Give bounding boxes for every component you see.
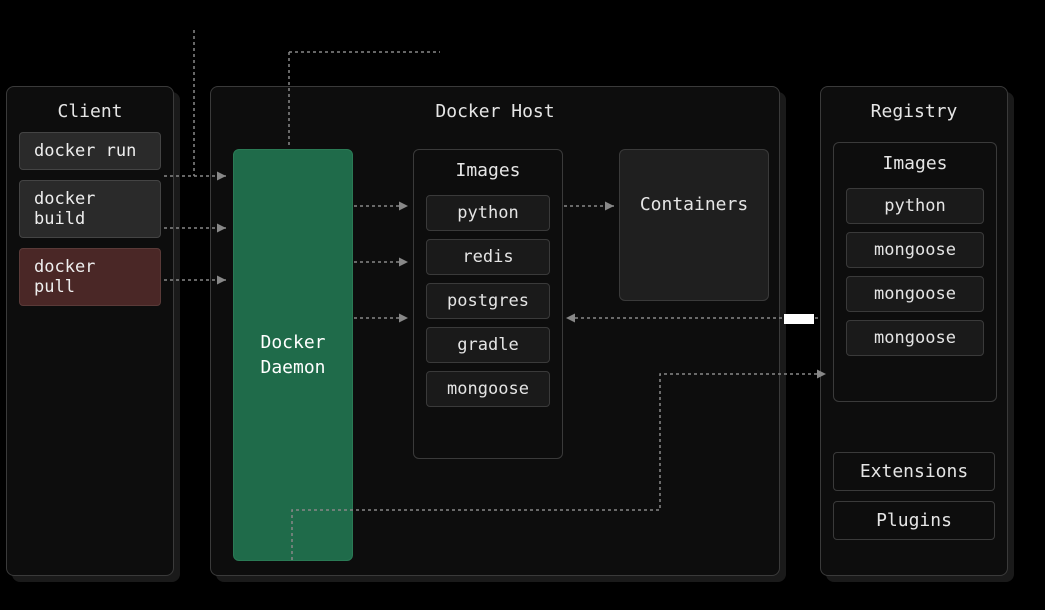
daemon-label: Docker Daemon bbox=[260, 330, 325, 380]
cmd-docker-build: docker build bbox=[19, 180, 161, 238]
host-title: Docker Host bbox=[211, 87, 779, 122]
containers-label: Containers bbox=[640, 194, 748, 215]
host-image-postgres: postgres bbox=[426, 283, 550, 319]
registry-panel: Registry Images python mongoose mongoose… bbox=[820, 86, 1008, 576]
client-panel: Client docker run docker build docker pu… bbox=[6, 86, 174, 576]
host-images-panel: Images python redis postgres gradle mong… bbox=[413, 149, 563, 459]
docker-host-panel: Docker Host Docker Daemon Images python … bbox=[210, 86, 780, 576]
registry-plugins: Plugins bbox=[833, 501, 995, 540]
registry-title: Registry bbox=[821, 87, 1007, 122]
host-image-mongoose: mongoose bbox=[426, 371, 550, 407]
registry-image-2: mongoose bbox=[846, 276, 984, 312]
docker-daemon: Docker Daemon bbox=[233, 149, 353, 561]
host-image-gradle: gradle bbox=[426, 327, 550, 363]
cmd-docker-pull: docker pull bbox=[19, 248, 161, 306]
registry-image-3: mongoose bbox=[846, 320, 984, 356]
registry-images-panel: Images python mongoose mongoose mongoose bbox=[833, 142, 997, 402]
host-image-redis: redis bbox=[426, 239, 550, 275]
registry-image-1: mongoose bbox=[846, 232, 984, 268]
containers-panel: Containers bbox=[619, 149, 769, 301]
registry-image-0: python bbox=[846, 188, 984, 224]
client-title: Client bbox=[7, 87, 173, 122]
host-images-title: Images bbox=[414, 150, 562, 187]
registry-extensions: Extensions bbox=[833, 452, 995, 491]
host-image-python: python bbox=[426, 195, 550, 231]
registry-images-title: Images bbox=[834, 143, 996, 180]
cmd-docker-run: docker run bbox=[19, 132, 161, 170]
